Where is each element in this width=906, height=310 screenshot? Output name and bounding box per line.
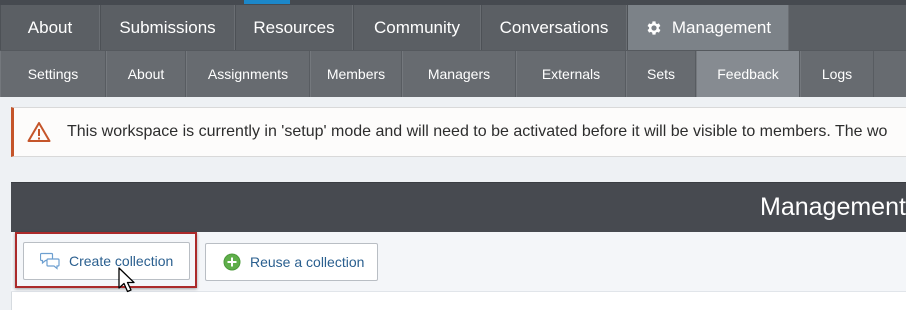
tab-label: About: [27, 17, 73, 37]
tab-community[interactable]: Community: [353, 5, 481, 50]
subtab-label: About: [127, 66, 165, 82]
alert-message: This workspace is currently in 'setup' m…: [67, 123, 888, 140]
warning-icon: [27, 121, 51, 143]
reuse-collection-label: Reuse a collection: [250, 254, 365, 270]
subtab-label: Sets: [646, 66, 675, 82]
create-collection-button[interactable]: Create collection: [23, 242, 190, 280]
subtab-managers[interactable]: Managers: [402, 51, 516, 97]
setup-mode-alert: This workspace is currently in 'setup' m…: [11, 107, 906, 157]
tab-resources[interactable]: Resources: [235, 5, 353, 50]
tab-management[interactable]: Management: [627, 5, 789, 50]
tab-label: Community: [374, 17, 460, 37]
subtab-settings[interactable]: Settings: [0, 51, 106, 97]
subtab-sets[interactable]: Sets: [626, 51, 696, 97]
tab-label: Resources: [253, 17, 335, 37]
tab-about[interactable]: About: [0, 5, 100, 50]
plus-circle-icon: [223, 253, 241, 271]
subtab-label: Logs: [821, 66, 853, 82]
mouse-pointer-icon: [118, 267, 138, 300]
subtab-label: Settings: [27, 66, 79, 82]
subtab-label: Feedback: [717, 66, 779, 82]
subtab-externals[interactable]: Externals: [516, 51, 626, 97]
subtab-assignments[interactable]: Assignments: [186, 51, 310, 97]
subtab-about[interactable]: About: [106, 51, 186, 97]
subtab-label: Members: [326, 66, 386, 82]
subtab-logs[interactable]: Logs: [800, 51, 874, 97]
secondary-nav: Settings About Assignments Members Manag…: [0, 50, 906, 97]
subtab-label: Assignments: [207, 66, 289, 82]
panel-title: Management: [760, 193, 906, 221]
primary-nav: About Submissions Resources Community Co…: [0, 5, 906, 50]
subtab-feedback[interactable]: Feedback: [696, 51, 800, 97]
subtab-members[interactable]: Members: [310, 51, 402, 97]
reuse-collection-button[interactable]: Reuse a collection: [205, 243, 378, 281]
tab-submissions[interactable]: Submissions: [100, 5, 235, 50]
subtab-label: Managers: [427, 66, 491, 82]
tab-label: Submissions: [119, 17, 216, 37]
gear-icon: [645, 19, 663, 37]
top-accent-bar: [244, 0, 290, 4]
speech-bubbles-icon: [40, 252, 60, 270]
tab-conversations[interactable]: Conversations: [481, 5, 627, 50]
tab-label: Conversations: [499, 17, 609, 37]
tab-label: Management: [671, 17, 772, 37]
subtab-label: Externals: [541, 66, 601, 82]
panel-header: Management: [11, 182, 906, 232]
